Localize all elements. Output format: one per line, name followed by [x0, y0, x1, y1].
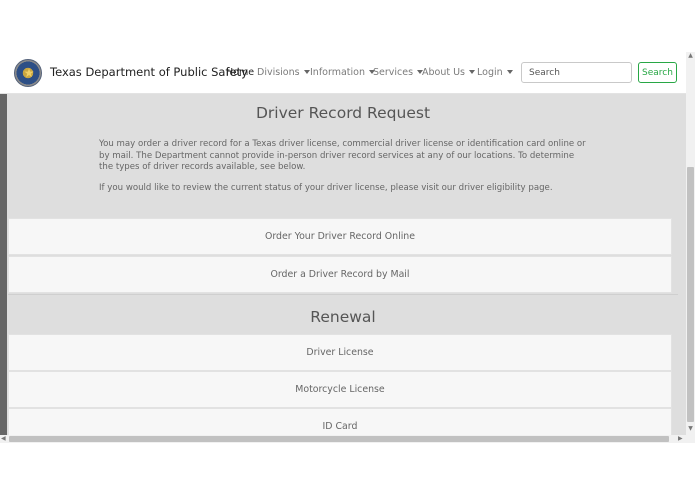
driver-record-title: Driver Record Request — [255, 104, 431, 122]
search-input[interactable] — [521, 62, 632, 83]
top-navbar: ★ Texas Department of Public Safety Home… — [0, 52, 686, 94]
nav-about-us-label: About Us — [422, 67, 466, 78]
left-edge-divider — [0, 94, 7, 436]
caret-down-icon — [303, 70, 310, 74]
renewal-id-card-item[interactable]: ID Card — [8, 408, 672, 436]
browser-viewport: ★ Texas Department of Public Safety Home… — [0, 52, 695, 443]
dps-seal-icon[interactable]: ★ — [14, 59, 42, 87]
order-record-online-item[interactable]: Order Your Driver Record Online — [8, 218, 672, 255]
renewal-motorcycle-license-item[interactable]: Motorcycle License — [8, 371, 672, 408]
nav-login[interactable]: Login — [477, 67, 513, 78]
caret-down-icon — [506, 70, 513, 74]
order-record-mail-item[interactable]: Order a Driver Record by Mail — [8, 256, 672, 293]
nav-information-label: Information — [310, 67, 365, 78]
nav-divisions[interactable]: Divisions — [257, 67, 310, 78]
nav-information[interactable]: Information — [310, 67, 375, 78]
nav-login-label: Login — [477, 67, 503, 78]
driver-eligibility-note: If you would like to review the current … — [99, 183, 553, 193]
caret-down-icon — [469, 70, 476, 74]
vertical-scroll-thumb[interactable] — [687, 167, 694, 422]
horizontal-scrollbar[interactable]: ◀ ▶ — [0, 435, 695, 443]
nav-home-label: Home — [226, 67, 255, 78]
scroll-left-arrow-icon[interactable]: ◀ — [1, 435, 8, 443]
nav-about-us[interactable]: About Us — [422, 67, 476, 78]
vertical-scrollbar[interactable]: ▲ ▼ — [686, 52, 695, 436]
scroll-down-arrow-icon[interactable]: ▼ — [686, 425, 695, 433]
renewal-driver-license-item[interactable]: Driver License — [8, 334, 672, 371]
horizontal-scroll-thumb[interactable] — [9, 436, 669, 442]
renewal-title: Renewal — [310, 308, 376, 326]
nav-services-label: Services — [373, 67, 414, 78]
driver-record-description: You may order a driver record for a Texa… — [99, 139, 586, 172]
brand-title[interactable]: Texas Department of Public Safety — [50, 65, 248, 79]
nav-divisions-label: Divisions — [257, 67, 300, 78]
nav-services[interactable]: Services — [373, 67, 424, 78]
scroll-up-arrow-icon[interactable]: ▲ — [686, 52, 695, 60]
search-button[interactable]: Search — [638, 62, 677, 83]
star-icon: ★ — [23, 66, 35, 80]
main-content: Driver Record Request You may order a dr… — [0, 94, 686, 436]
nav-home[interactable]: Home — [226, 67, 254, 78]
scroll-right-arrow-icon[interactable]: ▶ — [678, 435, 685, 443]
